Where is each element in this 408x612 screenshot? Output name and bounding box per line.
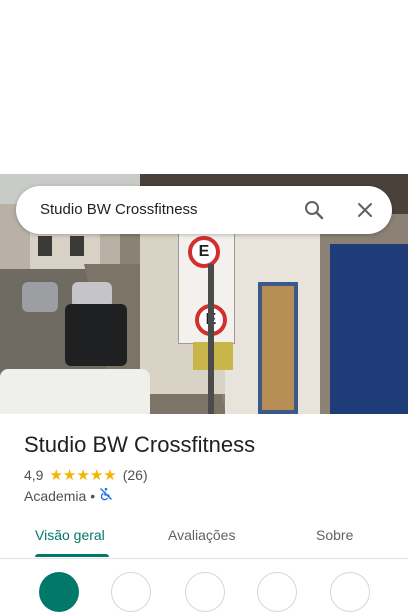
photo-window — [70, 236, 84, 256]
review-count[interactable]: (26) — [123, 467, 148, 483]
share-button[interactable] — [330, 572, 370, 612]
photo-car — [22, 282, 58, 312]
photo-blue-door — [330, 244, 408, 414]
photo-window — [38, 236, 52, 256]
save-button[interactable] — [257, 572, 297, 612]
search-icon[interactable] — [302, 198, 326, 222]
rating-row[interactable]: 4,9 ★ ★ ★ ★ ★ (26) — [24, 467, 148, 483]
tab-about[interactable]: Sobre — [316, 527, 353, 543]
search-input[interactable]: Studio BW Crossfitness — [40, 201, 198, 218]
photo-van — [0, 369, 150, 414]
rating-value: 4,9 — [24, 467, 44, 483]
call-button[interactable] — [111, 572, 151, 612]
star-icon: ★ — [49, 466, 63, 484]
star-icon: ★ — [76, 466, 90, 484]
search-bar[interactable]: Studio BW Crossfitness — [16, 186, 392, 234]
star-icon: ★ — [62, 466, 77, 484]
photo-door — [258, 282, 298, 414]
website-button[interactable] — [185, 572, 225, 612]
place-category: Academia — [24, 487, 87, 504]
place-tabs: Visão geral Avaliações Sobre — [0, 516, 408, 559]
separator: • — [90, 487, 96, 504]
photo-car — [65, 304, 127, 366]
close-icon[interactable] — [353, 198, 377, 222]
category-row: Academia • — [24, 487, 113, 504]
photo-pole — [208, 264, 214, 414]
photo-parking-sign: E — [188, 236, 220, 268]
active-tab-indicator — [35, 554, 109, 557]
star-icon: ★ — [103, 466, 117, 484]
wheelchair-inaccessible-icon — [99, 487, 113, 504]
map-blank-area — [0, 0, 408, 174]
tab-reviews[interactable]: Avaliações — [168, 527, 235, 543]
star-rating: ★ ★ ★ ★ ★ — [49, 468, 116, 483]
star-icon: ★ — [89, 466, 104, 484]
tab-overview[interactable]: Visão geral — [35, 527, 105, 543]
place-title: Studio BW Crossfitness — [24, 432, 256, 457]
directions-button[interactable] — [39, 572, 79, 612]
